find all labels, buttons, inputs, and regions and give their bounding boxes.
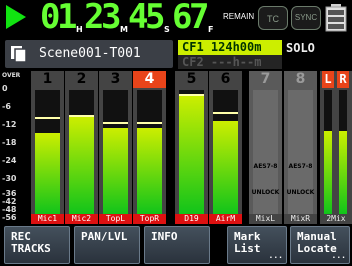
scale-56: -56: [2, 213, 17, 222]
timecode-frame-ones: 7: [189, 0, 210, 37]
timecode-frame-tens: 6: [172, 0, 193, 37]
aes-state: UNLOCK: [251, 189, 280, 196]
channel-label: D19: [175, 214, 208, 224]
meter-bar: [179, 96, 204, 214]
scene-take-box[interactable]: Scene001-T001: [5, 40, 173, 68]
scale-over: OVER: [2, 72, 21, 79]
timecode-unit-m: M: [120, 25, 128, 34]
scale-12: -12: [2, 120, 17, 129]
channel-5[interactable]: 5 D19: [175, 71, 208, 224]
timecode-sec-ones: 5: [145, 0, 166, 37]
function-button-bar: REC TRACKS PAN/LVL INFO Mark List ... Ma…: [0, 226, 352, 266]
tc-indicator: TC: [258, 6, 288, 30]
tc-label: TC: [267, 14, 279, 24]
mix-right-label: R: [337, 71, 349, 88]
timecode-sec-tens: 4: [128, 0, 149, 37]
meter-bar: [213, 121, 238, 214]
remain-label: REMAIN: [223, 12, 255, 21]
pan-lvl-button[interactable]: PAN/LVL: [74, 226, 140, 264]
channel-7[interactable]: 7 AES7-8 UNLOCK MixL: [249, 71, 282, 224]
manual-locate-button[interactable]: Manual Locate ...: [290, 226, 350, 264]
play-icon: [6, 5, 26, 29]
scale-18: -18: [2, 138, 17, 147]
timecode-hours-ones: 1: [57, 0, 78, 37]
meter-bar: [103, 128, 128, 214]
channel-3[interactable]: 3 TopL: [99, 71, 132, 224]
channel-4[interactable]: 4 TopR: [133, 71, 166, 224]
peak-marker: [179, 94, 204, 96]
mark-list-button[interactable]: Mark List ...: [227, 226, 287, 264]
aes-source: AES7-8: [288, 163, 313, 170]
manual-locate-more: ...: [331, 251, 346, 260]
mix-left-bar: [324, 131, 332, 214]
pan-lvl-label: PAN/LVL: [81, 230, 128, 243]
timecode-unit-s: S: [164, 25, 170, 34]
stereo-mix[interactable]: L R 2Mix: [320, 71, 352, 224]
peak-marker: [35, 117, 60, 119]
card-slot-cf2: CF2 ---h--m: [178, 55, 282, 69]
channel-label: Mic1: [31, 214, 64, 224]
channel-2[interactable]: 2 Mic2: [65, 71, 98, 224]
channel-label: Mic2: [65, 214, 98, 224]
rec-tracks-label: REC TRACKS: [11, 230, 51, 255]
meter-bar: [137, 128, 162, 214]
meter-panel: OVER 0 -6 -12 -18 -24 -30 -36 -42 -48 -5…: [0, 71, 352, 224]
scale-30: -30: [2, 174, 17, 183]
channel-number: 5: [186, 71, 197, 87]
channel-number: 1: [42, 71, 53, 87]
peak-marker: [137, 122, 162, 124]
card-slot-cf1: CF1 124h00m: [178, 40, 282, 55]
channel-number: 6: [220, 71, 231, 87]
scale-24: -24: [2, 156, 17, 165]
meter-bar: [69, 117, 94, 214]
aes-source: AES7-8: [253, 163, 278, 170]
battery-icon: [325, 4, 347, 32]
solo-mode-label: SOLO: [286, 41, 315, 55]
aes-state: UNLOCK: [286, 189, 315, 196]
timecode-unit-h: H: [76, 25, 83, 34]
channel-label: TopR: [133, 214, 166, 224]
file-icon: [11, 46, 27, 63]
timecode-unit-f: F: [208, 25, 214, 34]
channel-number-rec: 4: [133, 71, 166, 88]
mark-list-more: ...: [268, 251, 283, 260]
channel-number: 2: [76, 71, 87, 87]
timecode-min-tens: 2: [84, 0, 105, 37]
mix-left-label: L: [322, 71, 334, 88]
channel-label: MixR: [284, 214, 317, 224]
channel-label: TopL: [99, 214, 132, 224]
channel-number: 7: [260, 71, 271, 87]
mark-list-label: Mark List: [234, 230, 261, 255]
top-bar: 0 1 H 2 3 M 4 5 S 6 7 F REMAIN TC SYNC: [0, 0, 352, 36]
rec-tracks-button[interactable]: REC TRACKS: [4, 226, 70, 264]
scene-name: Scene001-T001: [39, 46, 141, 61]
mix-right-bar: [339, 131, 347, 214]
peak-marker: [213, 112, 238, 114]
info-button[interactable]: INFO: [144, 226, 210, 264]
sync-label: SYNC: [294, 13, 318, 22]
peak-marker: [69, 115, 94, 117]
channel-label: MixL: [249, 214, 282, 224]
scale-0: 0: [2, 84, 8, 93]
meter-scale: OVER 0 -6 -12 -18 -24 -30 -36 -42 -48 -5…: [0, 71, 30, 224]
meter-bar: [35, 133, 60, 214]
channel-8[interactable]: 8 AES7-8 UNLOCK MixR: [284, 71, 317, 224]
channel-6[interactable]: 6 AirM: [209, 71, 242, 224]
sync-indicator: SYNC: [291, 6, 321, 30]
channel-label: AirM: [209, 214, 242, 224]
channel-number: 8: [295, 71, 306, 87]
scale-6: -6: [2, 102, 11, 111]
peak-marker: [103, 122, 128, 124]
info-label: INFO: [151, 230, 178, 243]
timecode-min-ones: 3: [101, 0, 122, 37]
channel-1[interactable]: 1 Mic1: [31, 71, 64, 224]
timecode-hours-tens: 0: [40, 0, 61, 37]
mix-label: 2Mix: [320, 214, 352, 224]
channel-number: 3: [110, 71, 121, 87]
